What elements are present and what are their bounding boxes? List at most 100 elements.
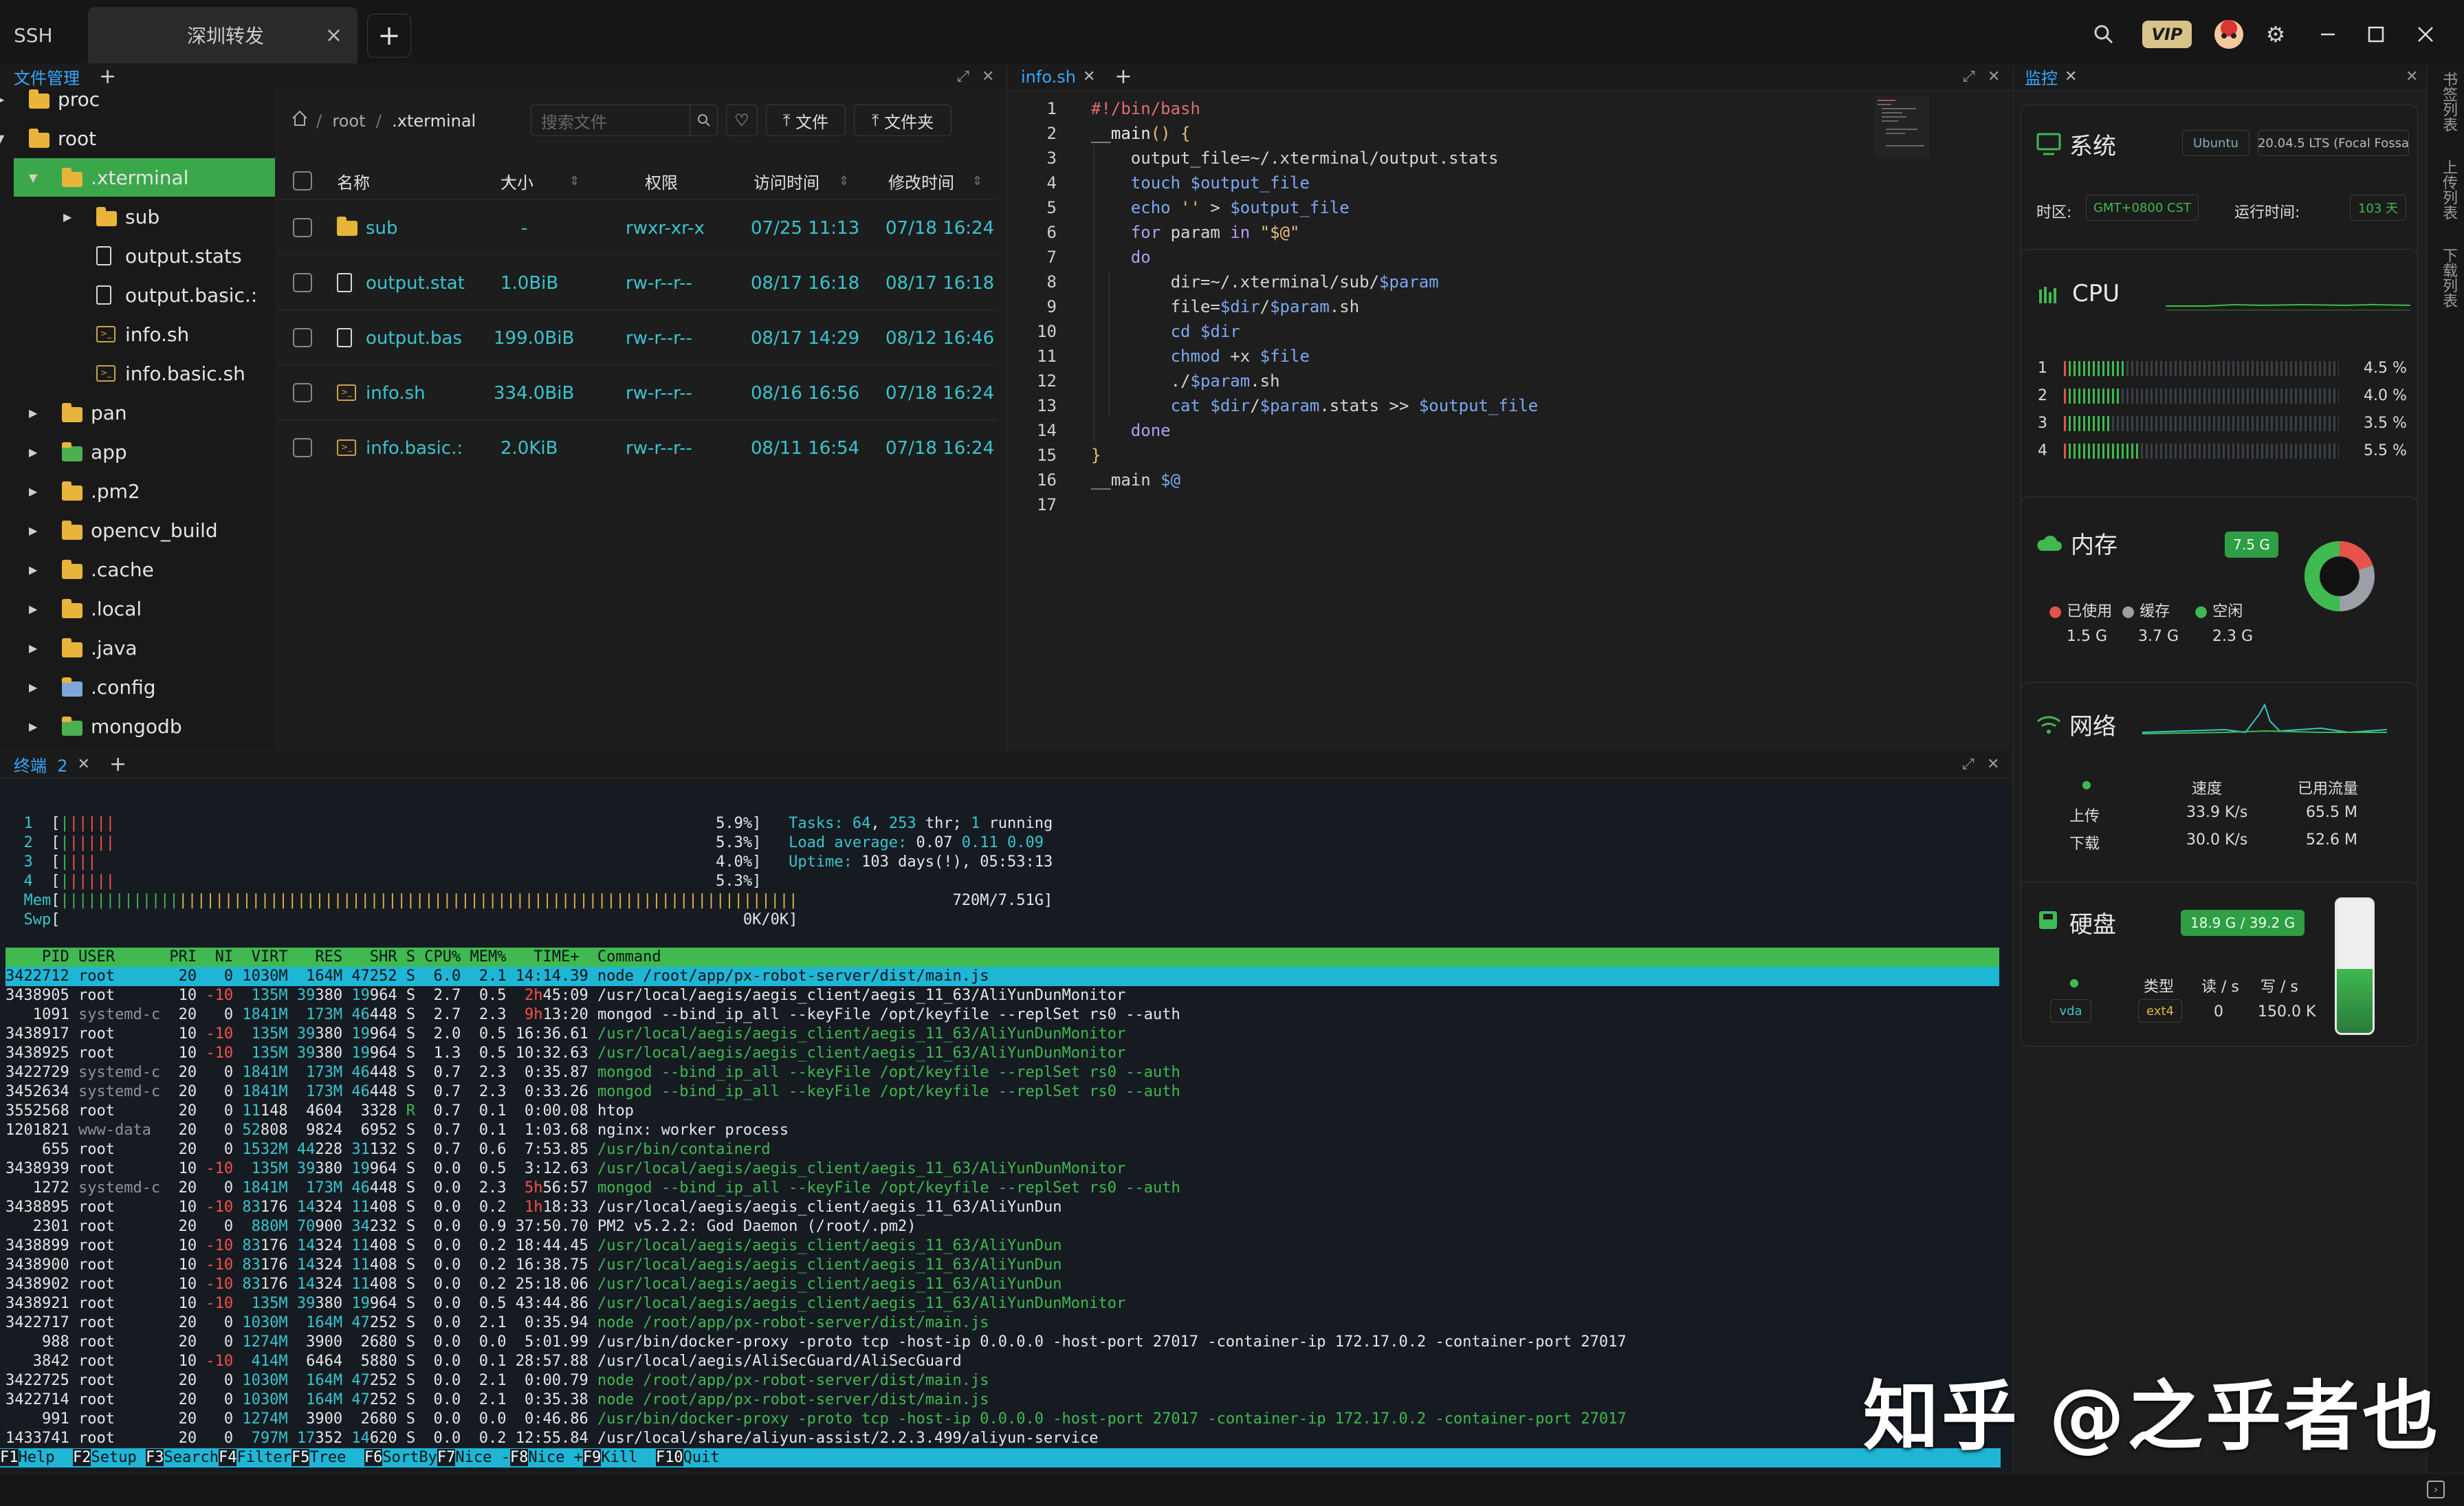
breadcrumb-root[interactable]: root — [332, 111, 365, 131]
file-row[interactable]: output.stat 1.0BiB rw-r--r-- 08/17 16:18 08/… — [276, 254, 998, 309]
tree-item[interactable]: ▶ pan — [0, 393, 275, 432]
process-row[interactable]: 3438900 root 10 -10 83176 14324 11408 S … — [6, 1256, 1062, 1275]
process-row[interactable]: 3438895 root 10 -10 83176 14324 11408 S … — [6, 1198, 1062, 1217]
close-icon[interactable]: × — [325, 23, 342, 47]
col-perm[interactable]: 权限 — [645, 169, 678, 193]
row-checkbox[interactable] — [293, 328, 312, 347]
sort-icon[interactable]: ⇕ — [569, 174, 580, 188]
close-icon[interactable]: ✕ — [982, 68, 994, 85]
tree-item[interactable]: output.basic.: — [0, 276, 275, 314]
avatar[interactable] — [2210, 15, 2248, 54]
fkey-label[interactable]: Setup — [91, 1449, 145, 1466]
fkey-label[interactable]: Nice + — [528, 1449, 582, 1466]
sort-icon[interactable]: ⇕ — [972, 174, 982, 188]
close-window-icon[interactable] — [2406, 15, 2445, 54]
process-row[interactable]: 988 root 20 0 1274M 3900 2680 S 0.0 0.0 … — [6, 1333, 1627, 1352]
process-row[interactable]: 3438899 root 10 -10 83176 14324 11408 S … — [6, 1236, 1062, 1256]
fkey-label[interactable]: Nice - — [455, 1449, 509, 1466]
search-icon[interactable] — [690, 105, 717, 135]
gear-icon[interactable]: ⚙ — [2256, 15, 2295, 54]
process-row[interactable]: 3552568 root 20 0 11148 4604 3328 R 0.7 … — [6, 1102, 634, 1121]
tree-item[interactable]: ▶ mongodb — [0, 707, 275, 745]
chevron-icon[interactable]: ▼ — [29, 171, 37, 184]
process-row[interactable]: 3438925 root 10 -10 135M 39380 19964 S 1… — [6, 1044, 1125, 1063]
fkey-f3[interactable]: F3 — [145, 1449, 164, 1466]
chevron-icon[interactable]: ▼ — [0, 132, 4, 145]
process-row[interactable]: 3422725 root 20 0 1030M 164M 47252 S 0.0… — [6, 1371, 989, 1390]
col-mtime[interactable]: 修改时间 — [888, 169, 954, 193]
file-row[interactable]: sub - rwxr-xr-x 07/25 11:13 07/18 16:24 — [276, 199, 998, 254]
minimize-icon[interactable] — [2309, 15, 2347, 54]
process-row[interactable]: 3452634 systemd-c 20 0 1841M 173M 46448 … — [6, 1082, 1180, 1102]
tree-item[interactable]: >_ info.basic.sh — [0, 354, 275, 393]
maximize-icon[interactable] — [2357, 15, 2395, 54]
row-checkbox[interactable] — [293, 383, 312, 402]
tree-item[interactable]: ▼ .xterminal — [14, 158, 275, 197]
search-icon[interactable] — [2084, 15, 2123, 54]
fkey-label[interactable]: Tree — [309, 1449, 364, 1466]
process-row[interactable]: 3438939 root 10 -10 135M 39380 19964 S 0… — [6, 1159, 1125, 1179]
home-icon[interactable] — [290, 109, 311, 129]
tree-item[interactable]: ▶ .java — [0, 629, 275, 667]
fkey-f9[interactable]: F9 — [582, 1449, 602, 1466]
fkey-f2[interactable]: F2 — [72, 1449, 91, 1466]
fkey-label[interactable]: SortBy — [382, 1449, 437, 1466]
tab-monitor[interactable]: 监控 — [2014, 65, 2058, 89]
file-row[interactable]: >_ info.basic.: 2.0KiB rw-r--r-- 08/11 16:54… — [276, 419, 998, 474]
fkey-label[interactable]: Filter — [236, 1449, 291, 1466]
row-checkbox[interactable] — [293, 273, 312, 292]
chevron-icon[interactable]: ▶ — [29, 642, 37, 655]
row-checkbox[interactable] — [293, 438, 312, 457]
tree-item[interactable]: ▶ proc — [0, 89, 275, 118]
chevron-icon[interactable]: ▶ — [29, 485, 37, 498]
terminal-toggle-icon[interactable]: › — [2427, 1481, 2445, 1498]
process-row[interactable]: 3438917 root 10 -10 135M 39380 19964 S 2… — [6, 1025, 1125, 1044]
bookmark-list-tab[interactable]: 书签列表 — [2437, 72, 2459, 132]
add-icon[interactable]: + — [109, 752, 126, 776]
expand-icon[interactable]: ⤢ — [1962, 756, 1974, 773]
process-row[interactable]: 3422717 root 20 0 1030M 164M 47252 S 0.0… — [6, 1313, 989, 1333]
process-row[interactable]: 3842 root 10 -10 414M 6464 5880 S 0.0 0.… — [6, 1352, 962, 1371]
vip-icon[interactable]: VIP — [2142, 21, 2192, 48]
tree-item[interactable]: ▶ app — [0, 433, 275, 471]
chevron-icon[interactable]: ▶ — [29, 602, 37, 615]
fkey-f10[interactable]: F10 — [655, 1449, 683, 1466]
new-folder-button[interactable]: ⤒ 文件夹 — [854, 105, 952, 136]
process-row[interactable]: 1201821 www-data 20 0 52808 9824 6952 S … — [6, 1121, 789, 1140]
search-input[interactable]: 搜索文件 — [531, 105, 718, 136]
process-row[interactable]: 3438921 root 10 -10 135M 39380 19964 S 0… — [6, 1294, 1125, 1313]
tree-item[interactable]: ▶ .cache — [0, 550, 275, 589]
chevron-icon[interactable]: ▶ — [63, 210, 72, 223]
tree-item[interactable]: ▶ .pm2 — [0, 472, 275, 510]
new-tab-button[interactable]: + — [367, 14, 411, 58]
tree-item[interactable]: ▼ root — [0, 119, 275, 157]
col-size[interactable]: 大小 — [500, 169, 534, 193]
process-row[interactable]: 3438902 root 10 -10 83176 14324 11408 S … — [6, 1275, 1062, 1294]
close-icon[interactable]: ✕ — [1083, 68, 1095, 85]
process-row[interactable]: 1433741 root 20 0 797M 17352 14620 S 0.0… — [6, 1429, 1098, 1448]
process-row[interactable]: 991 root 20 0 1274M 3900 2680 S 0.0 0.0 … — [6, 1410, 1627, 1429]
select-all-checkbox[interactable] — [293, 171, 312, 190]
file-row[interactable]: output.bas 199.0BiB rw-r--r-- 08/17 14:29 08… — [276, 309, 998, 364]
expand-icon[interactable]: ⤢ — [1963, 68, 1975, 85]
chevron-icon[interactable]: ▶ — [29, 446, 37, 459]
add-icon[interactable]: + — [1114, 65, 1132, 89]
tab-info-sh[interactable]: info.sh — [1007, 67, 1076, 87]
col-name[interactable]: 名称 — [337, 169, 370, 193]
sort-icon[interactable]: ⇕ — [839, 174, 849, 188]
tree-item[interactable]: ▶ .local — [0, 589, 275, 628]
chevron-icon[interactable]: ▶ — [29, 563, 37, 576]
process-row[interactable]: 2301 root 20 0 880M 70900 34232 S 0.0 0.… — [6, 1217, 916, 1236]
close-icon[interactable]: ✕ — [1987, 756, 1999, 773]
htop-selected-row[interactable]: 3422712 root 20 0 1030M 164M 47252 S 6.0… — [6, 967, 1999, 986]
process-row[interactable]: 1091 systemd-c 20 0 1841M 173M 46448 S 2… — [6, 1005, 1180, 1025]
fkey-f6[interactable]: F6 — [364, 1449, 383, 1466]
process-row[interactable]: 1272 systemd-c 20 0 1841M 173M 46448 S 0… — [6, 1179, 1180, 1198]
favorite-icon[interactable]: ♡ — [726, 105, 758, 136]
fkey-label[interactable]: Help — [19, 1449, 73, 1466]
expand-icon[interactable]: ⤢ — [957, 68, 969, 85]
close-icon[interactable]: ✕ — [1988, 68, 2000, 85]
process-row[interactable]: 3422714 root 20 0 1030M 164M 47252 S 0.0… — [6, 1390, 989, 1410]
chevron-icon[interactable]: ▶ — [0, 93, 4, 106]
fkey-label[interactable]: Kill — [601, 1449, 655, 1466]
